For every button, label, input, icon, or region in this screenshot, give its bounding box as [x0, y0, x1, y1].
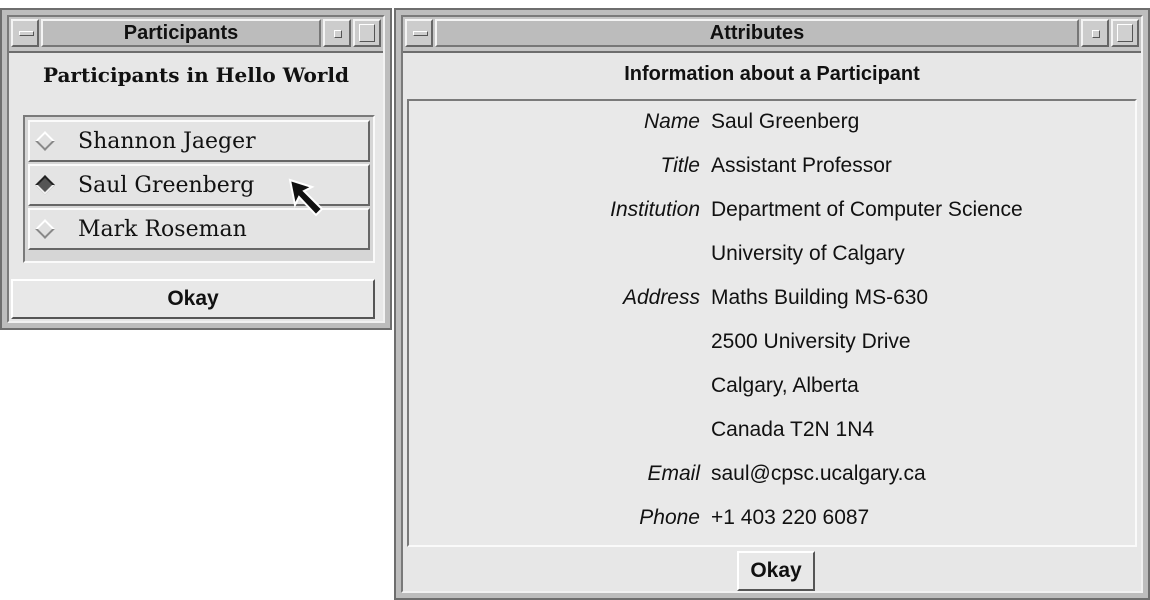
attribute-row: Phone +1 403 220 6087: [409, 497, 1135, 541]
attribute-value: University of Calgary: [711, 242, 905, 265]
minimize-icon: [334, 30, 342, 38]
attributes-heading: Information about a Participant: [624, 63, 920, 85]
attribute-row: Institution Department of Computer Scienc…: [409, 189, 1135, 233]
participant-name: Saul Greenberg: [78, 173, 255, 198]
attribute-row: Name Saul Greenberg: [409, 101, 1135, 145]
attribute-label: Institution: [610, 198, 700, 221]
attribute-row: University of Calgary: [409, 233, 1135, 277]
mouse-pointer-icon: [288, 178, 324, 217]
attributes-title[interactable]: Attributes: [435, 19, 1079, 47]
minimize-button[interactable]: [1081, 19, 1109, 47]
window-menu-button[interactable]: [405, 19, 433, 47]
attribute-label: Phone: [639, 506, 700, 529]
attributes-window-body: Attributes Information about a Participa…: [401, 15, 1143, 593]
maximize-button[interactable]: [1111, 19, 1139, 47]
maximize-button[interactable]: [353, 19, 381, 47]
attribute-row: Address Maths Building MS-630: [409, 277, 1135, 321]
window-menu-button[interactable]: [11, 19, 39, 47]
participant-radio-option[interactable]: Shannon Jaeger: [28, 120, 370, 162]
attribute-value: 2500 University Drive: [711, 330, 911, 353]
attributes-window: Attributes Information about a Participa…: [394, 8, 1150, 600]
attribute-label: Email: [647, 462, 700, 485]
attribute-row: Email saul@cpsc.ucalgary.ca: [409, 453, 1135, 497]
attribute-row: Title Assistant Professor: [409, 145, 1135, 189]
participant-name: Mark Roseman: [78, 217, 247, 242]
window-menu-icon: [413, 31, 428, 36]
participants-heading: Participants in Hello World: [42, 63, 350, 87]
attribute-value: Saul Greenberg: [711, 110, 860, 133]
attribute-value: +1 403 220 6087: [711, 506, 870, 529]
attribute-row: Canada T2N 1N4: [409, 409, 1135, 453]
minimize-icon: [1092, 30, 1100, 38]
attributes-table: Name Saul Greenberg Title Assistant Profess…: [407, 99, 1137, 547]
attribute-row: Calgary, Alberta: [409, 365, 1135, 409]
participants-title[interactable]: Participants: [41, 19, 321, 47]
attribute-value: Assistant Professor: [711, 154, 892, 177]
attributes-titlebar[interactable]: Attributes: [403, 17, 1141, 53]
attribute-label: Name: [643, 110, 700, 133]
participants-titlebar[interactable]: Participants: [9, 17, 383, 53]
radio-diamond-icon[interactable]: [35, 131, 55, 151]
attribute-value: saul@cpsc.ucalgary.ca: [711, 462, 926, 485]
maximize-icon: [359, 24, 375, 42]
radio-diamond-icon[interactable]: [35, 175, 55, 195]
minimize-button[interactable]: [323, 19, 351, 47]
attribute-value: Calgary, Alberta: [711, 374, 859, 397]
attribute-row: 2500 University Drive: [409, 321, 1135, 365]
attribute-label: Address: [622, 286, 700, 309]
maximize-icon: [1117, 24, 1133, 42]
attributes-okay-button[interactable]: Okay: [737, 551, 815, 591]
participants-window: Participants Participants in Hello World…: [0, 8, 392, 330]
participants-okay-button[interactable]: Okay: [11, 279, 375, 319]
participant-name: Shannon Jaeger: [78, 129, 256, 154]
participants-window-body: Participants Participants in Hello World…: [7, 15, 385, 323]
attribute-value: Canada T2N 1N4: [711, 418, 875, 441]
window-menu-icon: [19, 31, 34, 36]
radio-diamond-icon[interactable]: [35, 219, 55, 239]
attribute-value: Department of Computer Science: [711, 198, 1023, 221]
attribute-label: Title: [660, 154, 701, 177]
attribute-value: Maths Building MS-630: [711, 286, 929, 309]
